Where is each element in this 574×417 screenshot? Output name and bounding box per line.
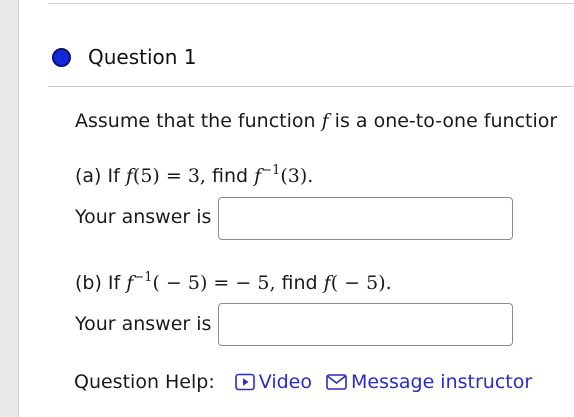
question-help-label: Question Help: [74, 371, 215, 393]
prompt-text: Assume that the function f is a one-to-o… [75, 110, 558, 132]
left-rail-border [18, 0, 19, 417]
video-help-link[interactable]: Video [234, 371, 312, 393]
question-header: Question 1 [52, 44, 197, 70]
question-page: Question 1 Assume that the function f is… [0, 0, 574, 417]
top-divider [48, 3, 574, 4]
part-b-answer-input[interactable] [218, 303, 513, 346]
video-help-label: Video [258, 371, 312, 393]
part-b-condition: f−1( − 5) = − 5, [126, 270, 276, 294]
question-prompt: Assume that the function f is a one-to-o… [75, 110, 557, 132]
part-a-target: f−1(3). [254, 163, 314, 187]
part-a-answer-label: Your answer is [75, 206, 212, 228]
message-instructor-link[interactable]: Message instructor [326, 371, 532, 393]
part-a-condition: f(5) = 3, [125, 165, 206, 187]
message-instructor-label: Message instructor [350, 371, 533, 393]
play-icon [234, 373, 255, 391]
question-title: Question 1 [88, 45, 197, 69]
question-help-row: Question Help: Video Message instructor [74, 369, 546, 395]
left-rail [0, 0, 18, 417]
part-a-answer-input[interactable] [218, 197, 513, 240]
part-a-statement: (a) If f(5) = 3, find f−1(3). [75, 163, 314, 187]
envelope-icon [326, 374, 347, 390]
part-b-target: f( − 5). [323, 272, 392, 294]
part-b-find-word: find [281, 272, 318, 294]
question-divider [48, 86, 574, 87]
part-b-lead: (b) If [75, 272, 121, 294]
part-a-lead: (a) If [75, 165, 120, 187]
question-status-dot [52, 47, 71, 67]
part-b-answer-label: Your answer is [75, 313, 212, 335]
part-a-find-word: find [212, 165, 249, 187]
part-b-statement: (b) If f−1( − 5) = − 5, find f( − 5). [75, 270, 392, 294]
